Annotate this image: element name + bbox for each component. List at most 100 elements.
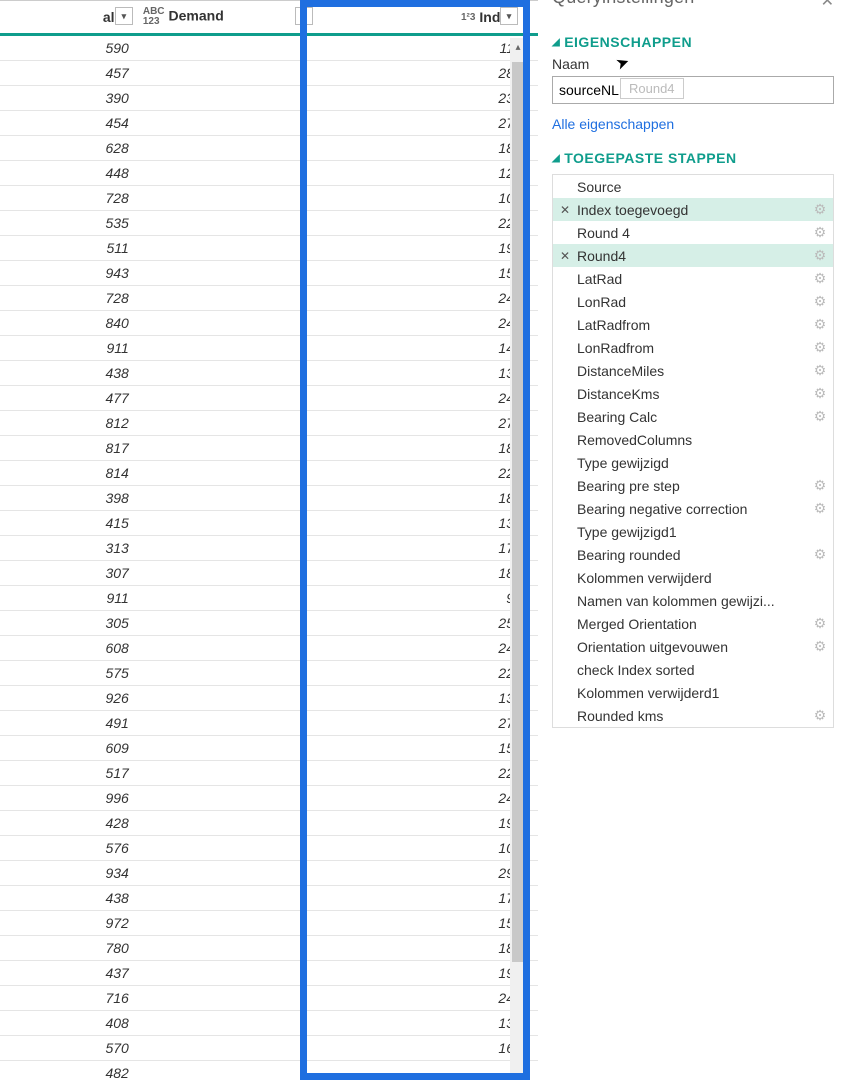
table-row[interactable]: 45728: [0, 61, 538, 86]
applied-step[interactable]: ✕Kolommen verwijderd1⚙: [553, 681, 833, 704]
table-row[interactable]: 39818: [0, 486, 538, 511]
column-header-index[interactable]: 1²3Index▾: [317, 1, 522, 35]
applied-step[interactable]: ✕DistanceKms⚙: [553, 382, 833, 405]
applied-step[interactable]: ✕LonRadfrom⚙: [553, 336, 833, 359]
applied-step[interactable]: ✕Source⚙: [553, 175, 833, 198]
column-header-value[interactable]: alue▾: [0, 1, 137, 35]
applied-step[interactable]: ✕Index toegevoegd⚙: [553, 198, 833, 221]
applied-step[interactable]: ✕Rounded kms⚙: [553, 704, 833, 727]
table-row[interactable]: 78018: [0, 936, 538, 961]
properties-section-title[interactable]: ◢ EIGENSCHAPPEN: [552, 34, 834, 50]
table-row[interactable]: 91114: [0, 336, 538, 361]
table-row[interactable]: 482: [0, 1061, 538, 1080]
vertical-scrollbar[interactable]: ▴: [510, 38, 526, 1078]
applied-steps-section-title[interactable]: ◢ TOEGEPASTE STAPPEN: [552, 150, 834, 166]
table-row[interactable]: 31317: [0, 536, 538, 561]
table-row[interactable]: 81718: [0, 436, 538, 461]
gear-icon[interactable]: ⚙: [811, 546, 829, 563]
table-row[interactable]: 41513: [0, 511, 538, 536]
table-row[interactable]: 94315: [0, 261, 538, 286]
table-row[interactable]: 60915: [0, 736, 538, 761]
gear-icon[interactable]: ⚙: [811, 224, 829, 241]
delete-step-icon[interactable]: ✕: [557, 203, 573, 217]
table-row[interactable]: 53522: [0, 211, 538, 236]
table-row[interactable]: 9119: [0, 586, 538, 611]
applied-step[interactable]: ✕Namen van kolommen gewijzi...⚙: [553, 589, 833, 612]
table-row[interactable]: 92613: [0, 686, 538, 711]
gear-icon[interactable]: ⚙: [811, 707, 829, 724]
column-filter-dropdown[interactable]: ▾: [115, 7, 133, 25]
gear-icon[interactable]: ⚙: [811, 500, 829, 517]
applied-step[interactable]: ✕LatRad⚙: [553, 267, 833, 290]
table-row[interactable]: 59011: [0, 35, 538, 61]
column-filter-dropdown[interactable]: ▾: [295, 7, 313, 25]
table-row[interactable]: 60824: [0, 636, 538, 661]
gear-icon[interactable]: ⚙: [811, 638, 829, 655]
all-properties-link[interactable]: Alle eigenschappen: [552, 116, 674, 132]
table-row[interactable]: 93429: [0, 861, 538, 886]
table-row[interactable]: 40813: [0, 1011, 538, 1036]
column-filter-dropdown[interactable]: ▾: [500, 7, 518, 25]
gear-icon[interactable]: ⚙: [811, 316, 829, 333]
applied-step[interactable]: ✕LonRad⚙: [553, 290, 833, 313]
gear-icon[interactable]: ⚙: [811, 477, 829, 494]
gear-icon[interactable]: ⚙: [811, 270, 829, 287]
table-row[interactable]: 81422: [0, 461, 538, 486]
close-icon[interactable]: ✕: [821, 0, 834, 11]
table-row[interactable]: 57610: [0, 836, 538, 861]
table-row[interactable]: 81227: [0, 411, 538, 436]
gear-icon[interactable]: ⚙: [811, 615, 829, 632]
table-row[interactable]: 72810: [0, 186, 538, 211]
table-row[interactable]: 51722: [0, 761, 538, 786]
table-row[interactable]: 57522: [0, 661, 538, 686]
table-row[interactable]: 99624: [0, 786, 538, 811]
gear-icon[interactable]: ⚙: [811, 247, 829, 264]
table-row[interactable]: 43813: [0, 361, 538, 386]
table-row[interactable]: 30718: [0, 561, 538, 586]
table-row[interactable]: 72824: [0, 286, 538, 311]
table-row[interactable]: 51119: [0, 236, 538, 261]
query-name-input[interactable]: [552, 76, 834, 104]
applied-step[interactable]: ✕DistanceMiles⚙: [553, 359, 833, 382]
gear-icon[interactable]: ⚙: [811, 201, 829, 218]
applied-step[interactable]: ✕Kolommen verwijderd⚙: [553, 566, 833, 589]
applied-step[interactable]: ✕Orientation uitgevouwen⚙: [553, 635, 833, 658]
gear-icon[interactable]: ⚙: [811, 385, 829, 402]
gear-icon[interactable]: ⚙: [811, 362, 829, 379]
table-row[interactable]: 39023: [0, 86, 538, 111]
applied-steps-title-text: TOEGEPASTE STAPPEN: [564, 150, 736, 166]
applied-step[interactable]: ✕Round 4⚙: [553, 221, 833, 244]
table-row[interactable]: 43719: [0, 961, 538, 986]
gear-icon[interactable]: ⚙: [811, 293, 829, 310]
applied-step[interactable]: ✕RemovedColumns⚙: [553, 428, 833, 451]
applied-step[interactable]: ✕Round4⚙: [553, 244, 833, 267]
table-row[interactable]: 57016: [0, 1036, 538, 1061]
applied-step[interactable]: ✕check Index sorted⚙: [553, 658, 833, 681]
applied-step[interactable]: ✕Type gewijzigd⚙: [553, 451, 833, 474]
table-row[interactable]: 84024: [0, 311, 538, 336]
table-row[interactable]: 45427: [0, 111, 538, 136]
applied-step[interactable]: ✕Bearing Calc⚙: [553, 405, 833, 428]
scroll-up-arrow[interactable]: ▴: [510, 38, 526, 56]
gear-icon[interactable]: ⚙: [811, 408, 829, 425]
applied-step[interactable]: ✕Type gewijzigd1⚙: [553, 520, 833, 543]
table-row[interactable]: 44812: [0, 161, 538, 186]
applied-step[interactable]: ✕Bearing rounded⚙: [553, 543, 833, 566]
table-row[interactable]: 62818: [0, 136, 538, 161]
delete-step-icon[interactable]: ✕: [557, 249, 573, 263]
applied-step[interactable]: ✕Bearing negative correction⚙: [553, 497, 833, 520]
table-row[interactable]: 49127: [0, 711, 538, 736]
table-row[interactable]: 30525: [0, 611, 538, 636]
table-row[interactable]: 43817: [0, 886, 538, 911]
abc123-type-icon: ABC123: [143, 7, 165, 27]
table-row[interactable]: 71624: [0, 986, 538, 1011]
applied-step[interactable]: ✕Merged Orientation⚙: [553, 612, 833, 635]
table-row[interactable]: 47724: [0, 386, 538, 411]
column-header-demand[interactable]: ABC123Demand▾: [137, 1, 318, 35]
table-row[interactable]: 97215: [0, 911, 538, 936]
gear-icon[interactable]: ⚙: [811, 339, 829, 356]
applied-step[interactable]: ✕Bearing pre step⚙: [553, 474, 833, 497]
scroll-thumb[interactable]: [512, 62, 524, 962]
table-row[interactable]: 42819: [0, 811, 538, 836]
applied-step[interactable]: ✕LatRadfrom⚙: [553, 313, 833, 336]
